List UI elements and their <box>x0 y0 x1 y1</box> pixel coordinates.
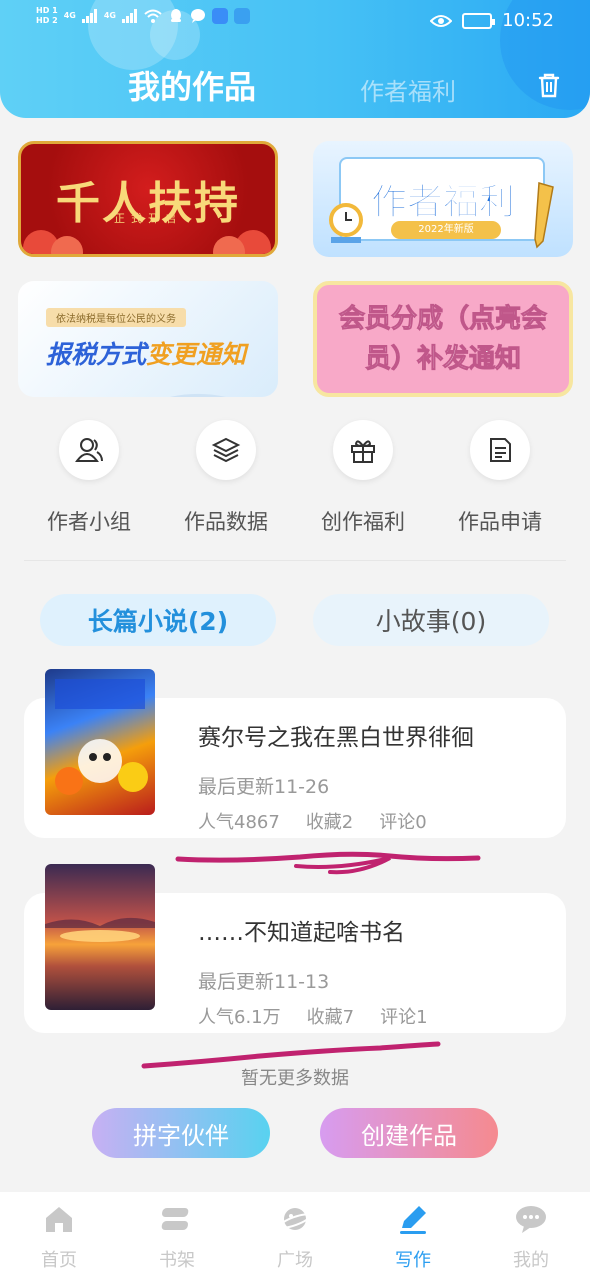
nav-write[interactable]: 写作 <box>363 1202 463 1272</box>
planet-icon <box>278 1208 312 1230</box>
pen-icon <box>400 1206 426 1234</box>
nav-label: 书架 <box>159 1250 195 1271</box>
nav-label: 我的 <box>513 1250 549 1271</box>
nav-label: 写作 <box>395 1250 431 1271</box>
bookshelf-icon <box>161 1208 189 1230</box>
chat-bubble-icon <box>516 1206 546 1233</box>
nav-plaza[interactable]: 广场 <box>245 1202 345 1272</box>
create-work-button[interactable]: 创建作品 <box>320 1108 498 1158</box>
nav-label: 首页 <box>41 1250 77 1271</box>
no-more-data: 暂无更多数据 <box>241 1068 349 1089</box>
home-icon <box>46 1207 72 1232</box>
nav-mine[interactable]: 我的 <box>481 1202 581 1272</box>
nav-bookshelf[interactable]: 书架 <box>127 1202 227 1272</box>
nav-home[interactable]: 首页 <box>9 1202 109 1272</box>
partner-button[interactable]: 拼字伙伴 <box>92 1108 270 1158</box>
nav-label: 广场 <box>277 1250 313 1271</box>
bottom-nav: 首页 书架 广场 写作 我的 <box>0 1192 590 1280</box>
